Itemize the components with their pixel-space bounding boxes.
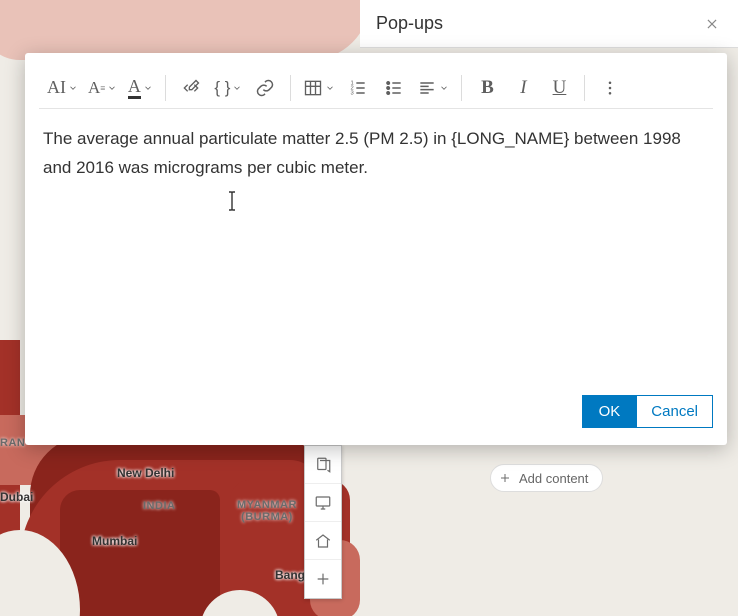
font-size-icon: AI (47, 77, 66, 98)
toolbar-separator (461, 75, 462, 101)
panel-header: Pop-ups (360, 0, 738, 48)
font-color-icon: A (128, 77, 141, 99)
font-color-button[interactable]: A (123, 71, 157, 105)
table-icon (303, 78, 323, 98)
chevron-down-icon (232, 83, 242, 93)
bullet-list-button[interactable] (377, 71, 411, 105)
italic-icon: I (520, 77, 526, 99)
font-family-icon: A≡ (88, 78, 105, 98)
table-button[interactable] (299, 71, 339, 105)
link-button[interactable] (248, 71, 282, 105)
home-icon (314, 532, 332, 550)
bookmark-stack-icon (314, 456, 332, 474)
map-tool-bookmark[interactable] (305, 446, 341, 484)
monitor-icon (314, 494, 332, 512)
font-size-button[interactable]: AI (43, 71, 82, 105)
italic-button[interactable]: I (506, 71, 540, 105)
bold-button[interactable]: B (470, 71, 504, 105)
unordered-list-icon (384, 78, 404, 98)
chevron-down-icon (143, 83, 153, 93)
braces-icon: { } (214, 78, 230, 98)
map-tools (304, 445, 342, 599)
plus-icon (499, 472, 511, 484)
panel-close-button[interactable] (702, 14, 722, 34)
plus-icon (315, 571, 331, 587)
ok-button[interactable]: OK (582, 395, 638, 428)
chevron-down-icon (439, 83, 449, 93)
ordered-list-icon: 123 (348, 78, 368, 98)
map-tool-zoom-in[interactable] (305, 560, 341, 598)
rich-text-editor[interactable]: The average annual particulate matter 2.… (39, 109, 713, 385)
dialog-footer: OK Cancel (25, 389, 727, 445)
panel-title: Pop-ups (376, 13, 443, 34)
more-vertical-icon (601, 79, 619, 97)
code-edit-icon (181, 78, 201, 98)
map-tool-screen[interactable] (305, 484, 341, 522)
toolbar-separator (290, 75, 291, 101)
bold-icon: B (481, 77, 494, 99)
toolbar-separator (584, 75, 585, 101)
map-tool-home[interactable] (305, 522, 341, 560)
chevron-down-icon (325, 83, 335, 93)
add-content-button[interactable]: Add content (490, 464, 603, 492)
close-icon (705, 17, 719, 31)
chevron-down-icon (68, 83, 78, 93)
align-button[interactable] (413, 71, 453, 105)
toolbar-separator (165, 75, 166, 101)
underline-button[interactable]: U (542, 71, 576, 105)
dynamic-content-button[interactable]: { } (210, 71, 246, 105)
text-cursor-icon (225, 191, 239, 211)
editor-field-token: {LONG_NAME} (451, 129, 569, 148)
link-icon (255, 78, 275, 98)
editor-toolbar: AI A≡ A { } (39, 67, 713, 109)
add-content-label: Add content (519, 471, 588, 486)
underline-icon: U (553, 77, 567, 99)
align-left-icon (417, 78, 437, 98)
text-editor-dialog: AI A≡ A { } (25, 53, 727, 445)
svg-text:3: 3 (351, 90, 354, 96)
chevron-down-icon (107, 83, 117, 93)
source-edit-button[interactable] (174, 71, 208, 105)
cancel-button[interactable]: Cancel (637, 395, 713, 428)
numbered-list-button[interactable]: 123 (341, 71, 375, 105)
more-button[interactable] (593, 71, 627, 105)
editor-text: The average annual particulate matter 2.… (43, 129, 451, 148)
font-family-button[interactable]: A≡ (84, 71, 121, 105)
